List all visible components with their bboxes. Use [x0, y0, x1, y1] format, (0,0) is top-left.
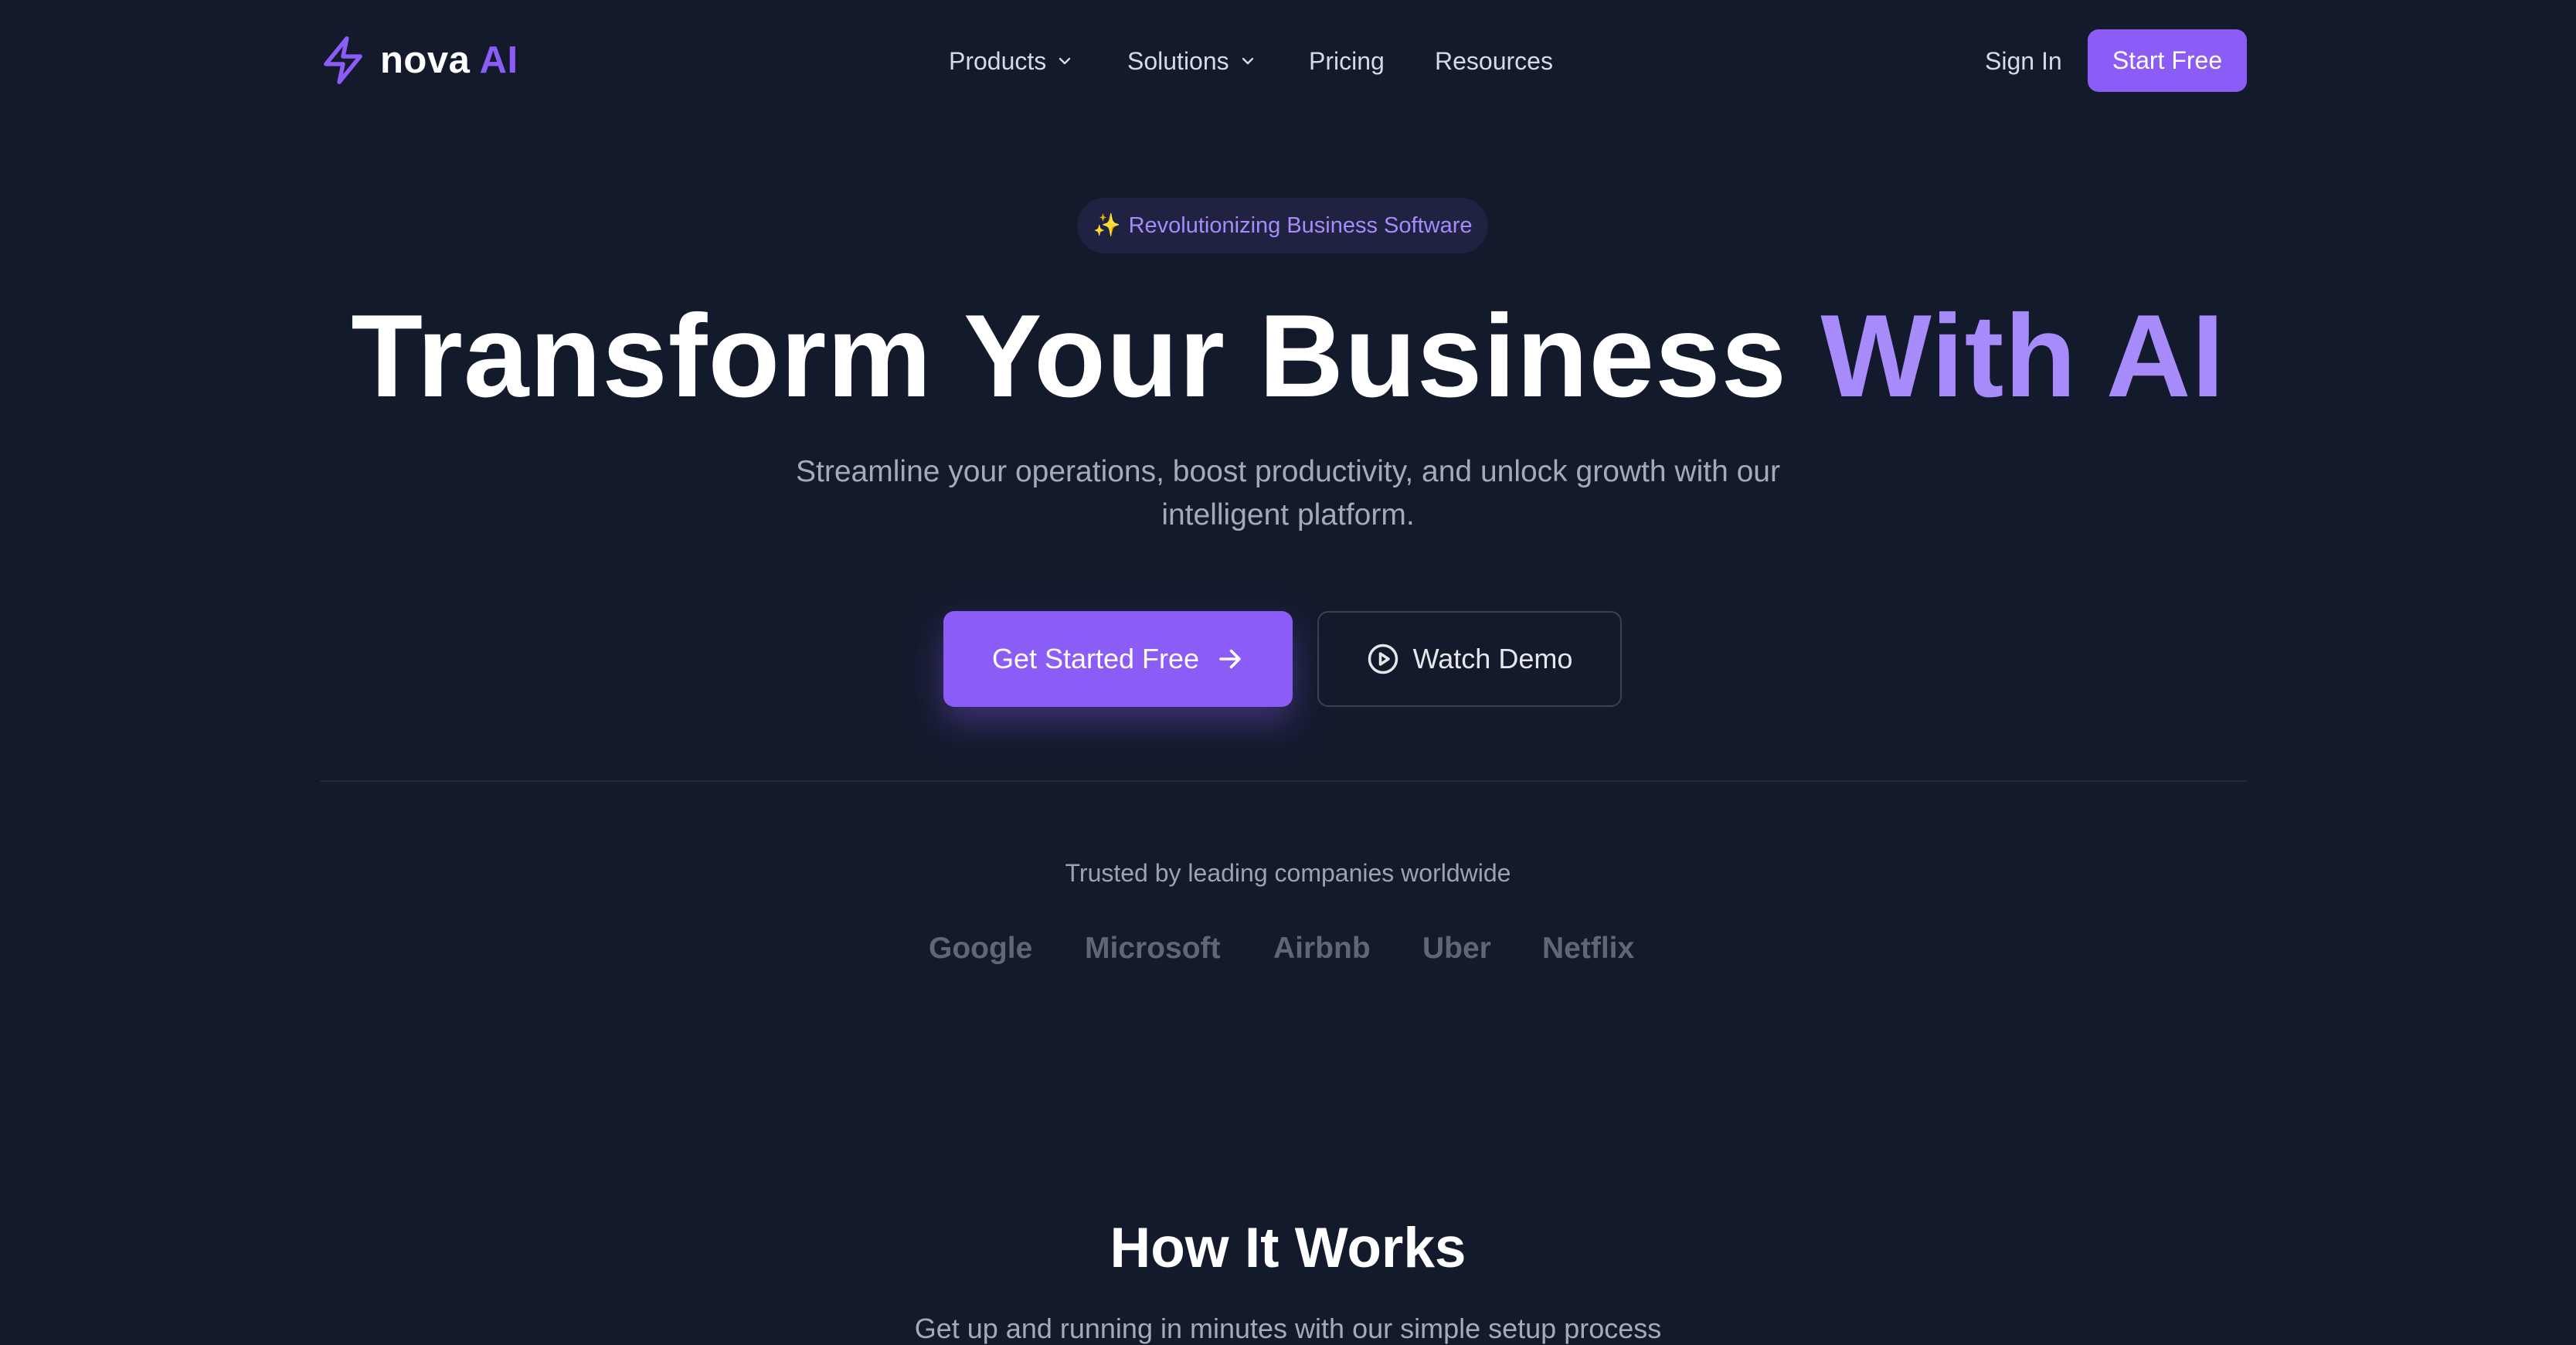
company-logo-microsoft: Microsoft [1085, 932, 1221, 965]
get-started-label: Get Started Free [991, 643, 1200, 674]
chevron-down-icon [1242, 57, 1253, 65]
brand-name-accent: AI [479, 39, 518, 81]
nav-item-label: Solutions [1127, 46, 1229, 75]
nav-item-solutions[interactable]: Solutions [1127, 43, 1257, 79]
nav-item-pricing[interactable]: Pricing [1309, 43, 1385, 79]
hero-subtitle: Streamline your operations, boost produc… [796, 455, 1780, 532]
nav-item-label: Pricing [1309, 46, 1385, 75]
arrow-right-icon [1219, 649, 1241, 669]
chevron-down-icon [1059, 57, 1071, 65]
how-it-works-title: How It Works [1110, 1217, 1466, 1279]
play-circle-icon [1368, 644, 1398, 674]
company-logo-airbnb: Airbnb [1273, 932, 1371, 965]
watch-demo-label: Watch Demo [1412, 643, 1573, 674]
how-it-works-subtitle: Get up and running in minutes with our s… [914, 1313, 1662, 1344]
start-free-button[interactable]: Start Free [2088, 29, 2247, 92]
brand-name: nova AI [380, 39, 518, 82]
get-started-button[interactable]: Get Started Free [943, 611, 1293, 707]
company-logos: Google Microsoft Airbnb Uber Netflix [0, 932, 2576, 970]
hero-badge: ✨ Revolutionizing Business Software [1077, 198, 1488, 253]
company-logo-google: Google [929, 932, 1033, 965]
nav-item-products[interactable]: Products [949, 43, 1074, 79]
company-logo-netflix: Netflix [1542, 932, 1635, 965]
nav-item-resources[interactable]: Resources [1435, 43, 1553, 79]
sparkles-icon: ✨ [1093, 213, 1121, 238]
company-logo-uber: Uber [1422, 932, 1491, 965]
lightning-bolt-icon [324, 36, 362, 85]
hero-title-accent: With AI [1820, 290, 2225, 422]
brand-name-text: nova [380, 39, 471, 81]
watch-demo-button[interactable]: Watch Demo [1317, 611, 1622, 707]
trusted-label: Trusted by leading companies worldwide [1065, 859, 1511, 887]
section-divider [320, 780, 2247, 782]
brand-logo[interactable]: nova AI [320, 34, 518, 87]
hero-title: Transform Your Business With AI [0, 290, 2576, 422]
nav-item-label: Products [949, 46, 1047, 75]
sign-in-link[interactable]: Sign In [1985, 43, 2062, 79]
nav-item-label: Resources [1435, 46, 1553, 75]
hero-badge-text: Revolutionizing Business Software [1128, 212, 1473, 238]
hero-title-text: Transform Your Business [351, 290, 1788, 422]
